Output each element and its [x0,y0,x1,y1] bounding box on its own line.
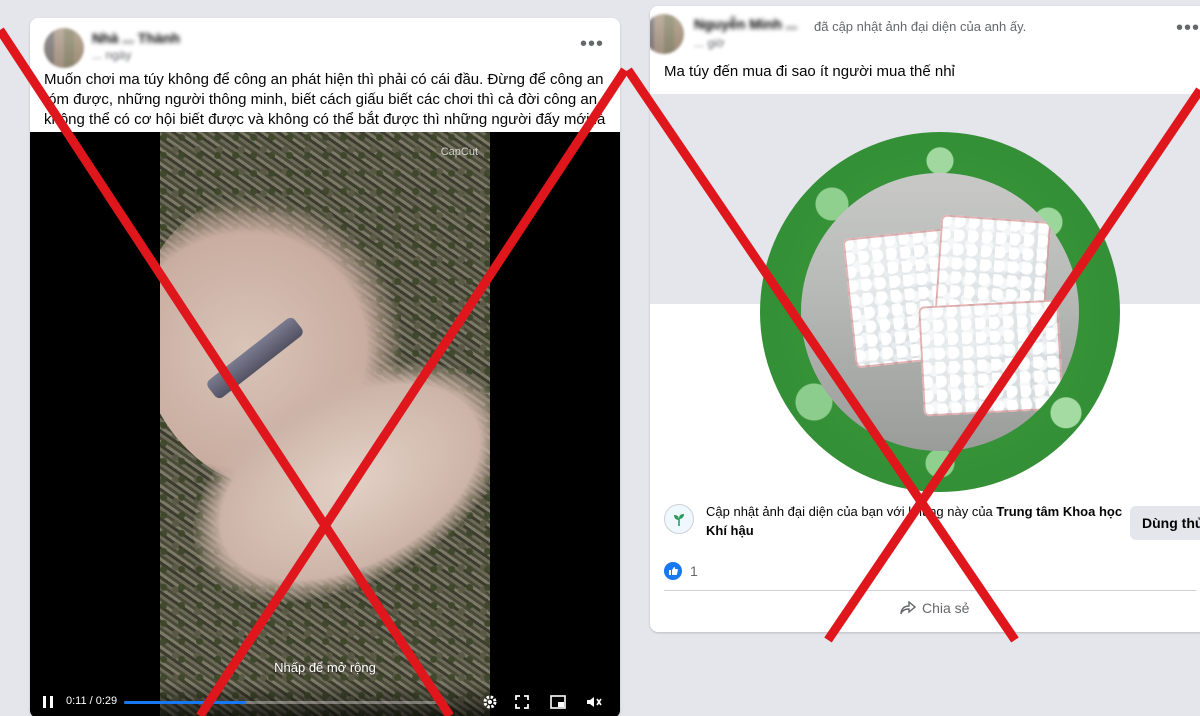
expand-hint[interactable]: Nhấp để mở rộng [30,660,620,675]
post-timestamp[interactable]: ... ngày [92,48,131,62]
settings-gear-icon[interactable] [480,692,500,712]
plant-icon [664,504,694,534]
frame-promo-text: Cập nhật ảnh đại diện của bạn với khung … [706,502,1126,540]
left-post-card: Nhà ... Thành ... ngày ••• Muốn chơi ma … [30,18,620,716]
video-frame[interactable]: CapCut [160,132,490,716]
video-progress-bar[interactable] [124,701,444,704]
author-name[interactable]: Nhà ... Thành [92,30,180,46]
fullscreen-icon[interactable] [512,692,532,712]
profile-photo[interactable] [801,173,1079,451]
frame-promo-prefix: Cập nhật ảnh đại diện của bạn với khung … [706,504,997,519]
like-icon [664,562,682,580]
video-time: 0:11 / 0:29 [66,695,118,707]
post-timestamp[interactable]: ... giờ [694,36,725,50]
share-icon [900,601,916,615]
reaction-summary[interactable]: 1 [664,562,698,580]
post-action-text: đã cập nhật ảnh đại diện của anh ấy. [814,19,1027,34]
video-controls: 0:11 / 0:29 [30,684,620,716]
product-bag-image [918,299,1064,417]
share-button[interactable]: Chia sẻ [900,600,969,616]
author-avatar[interactable] [44,28,84,68]
profile-frame-promo: Cập nhật ảnh đại diện của bạn với khung … [664,500,1134,544]
reaction-count: 1 [690,563,698,579]
share-label: Chia sẻ [922,600,970,616]
more-options-button[interactable]: ••• [1170,10,1200,46]
miniplayer-icon[interactable] [548,692,568,712]
post-text: Ma túy đến mua đi sao ít người mua thế n… [664,63,955,80]
video-watermark: CapCut [440,146,478,158]
divider [664,590,1196,591]
try-frame-button[interactable]: Dùng thử [1130,506,1200,540]
video-progress-fill [124,701,246,704]
more-options-button[interactable]: ••• [574,26,610,62]
right-post-card: Nguyễn Minh ... đã cập nhật ảnh đại diện… [650,6,1200,632]
author-avatar[interactable] [650,14,684,54]
author-name[interactable]: Nguyễn Minh ... [694,16,797,32]
profile-picture-area[interactable] [650,94,1200,498]
video-player[interactable]: CapCut Nhấp để mở rộng 0:11 / 0:29 [30,132,620,716]
mute-icon[interactable] [584,692,604,712]
pause-icon[interactable] [38,692,58,712]
